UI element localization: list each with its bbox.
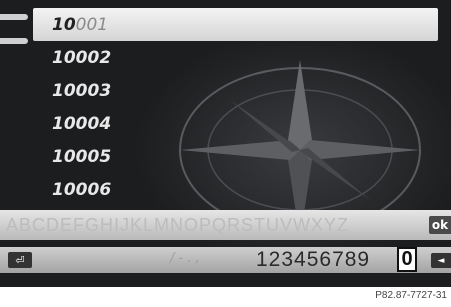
number-bar: ⏎ / - . , 123456789 0 ◄ (0, 247, 451, 273)
list-item[interactable]: 10004 (0, 107, 451, 140)
selected-digit[interactable]: 0 (397, 247, 417, 272)
character-bar: ABCDEFGHIJKLMNOPQRSTUVWXYZ ok (0, 210, 451, 240)
zip-code-list: 10 001 10002 10003 10004 10005 10006 (0, 8, 451, 206)
list-item-selected[interactable]: 10 001 (33, 8, 438, 41)
completion-text: 001 (75, 14, 109, 35)
typed-text: 10 (52, 14, 76, 35)
list-item[interactable]: 10002 (0, 41, 451, 74)
list-item[interactable]: 10006 (0, 173, 451, 206)
figure-reference: P82.87-7727-31 (375, 290, 447, 301)
faded-symbols: / - . , (170, 251, 200, 266)
alphabet-keys[interactable]: ABCDEFGHIJKLMNOPQRSTUVWXYZ (6, 215, 349, 236)
list-item[interactable]: 10005 (0, 140, 451, 173)
delete-icon: ◄ (437, 255, 445, 266)
delete-button[interactable]: ◄ (431, 253, 451, 268)
list-item[interactable]: 10003 (0, 74, 451, 107)
back-button[interactable]: ⏎ (8, 252, 32, 268)
ok-button[interactable]: ok (429, 216, 451, 234)
back-arrow-icon: ⏎ (15, 253, 25, 267)
navigation-screen: 10 001 10002 10003 10004 10005 10006 ABCD… (0, 0, 451, 287)
digit-keys[interactable]: 123456789 (256, 248, 370, 272)
